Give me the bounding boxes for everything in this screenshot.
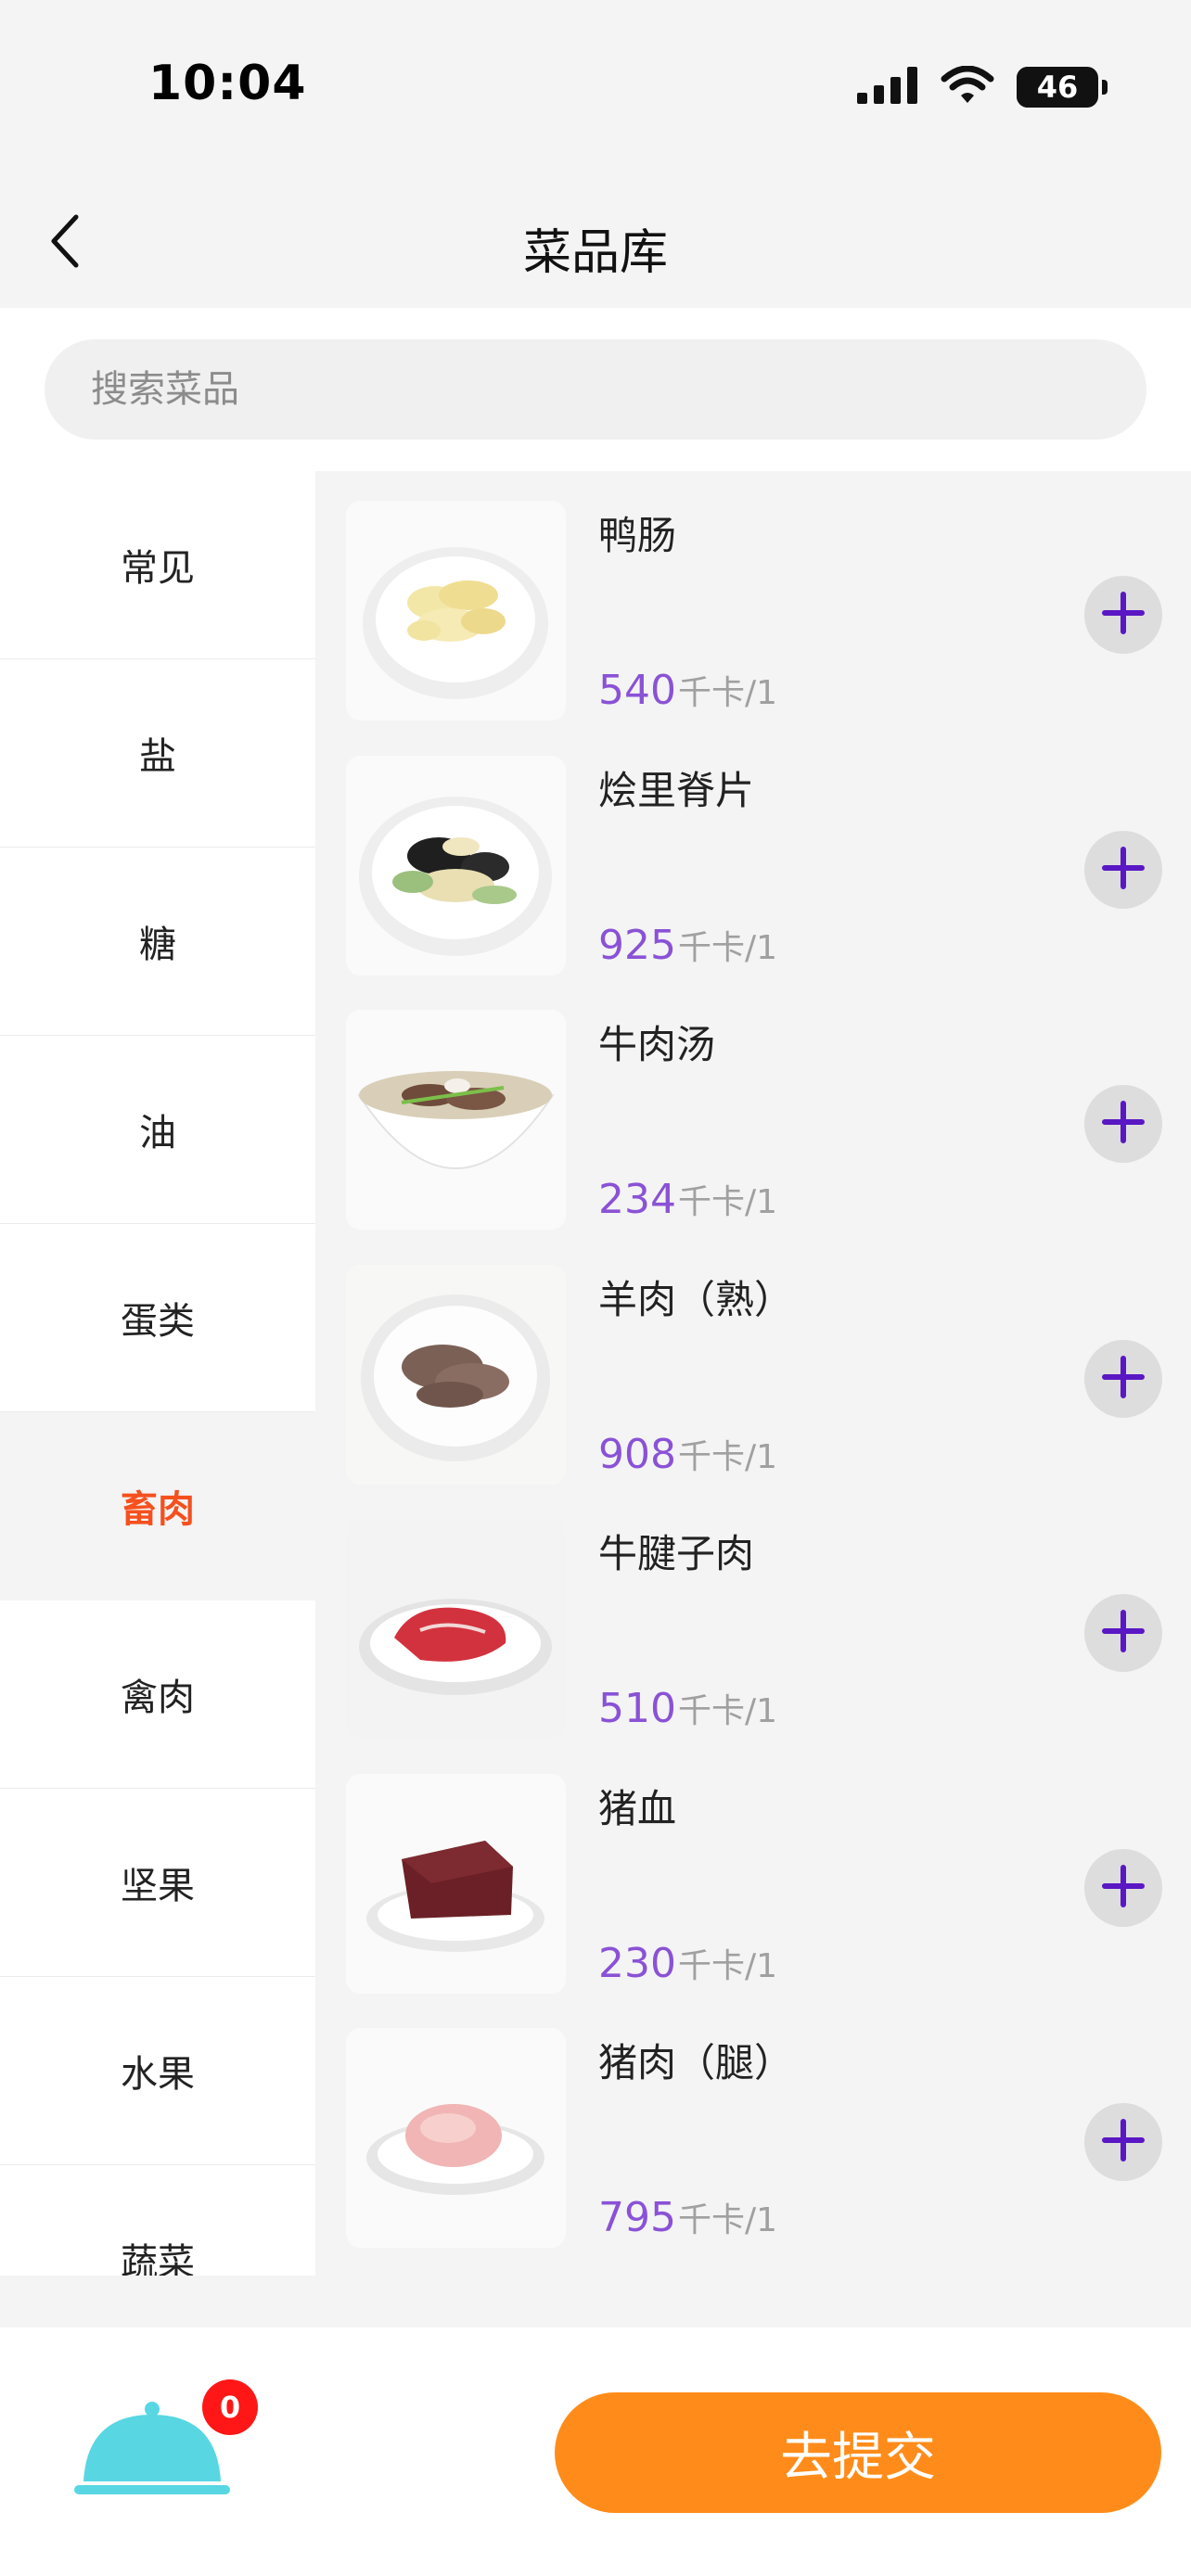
dish-calories: 510 千卡/1 — [598, 1684, 777, 1732]
category-item[interactable]: 畜肉 — [0, 1412, 315, 1600]
dish-name: 羊肉（熟） — [598, 1276, 794, 1322]
category-label: 油 — [139, 1112, 176, 1154]
calorie-unit: 千卡/1 — [677, 1183, 778, 1221]
category-label: 糖 — [139, 924, 176, 966]
calorie-unit: 千卡/1 — [677, 928, 778, 967]
calorie-value: 510 — [598, 1685, 676, 1732]
calorie-unit: 千卡/1 — [677, 1437, 778, 1476]
category-item[interactable]: 盐 — [0, 659, 315, 848]
plus-icon — [1101, 846, 1146, 894]
dish-calories: 908 千卡/1 — [598, 1430, 777, 1478]
dish-name: 牛肉汤 — [598, 1022, 716, 1067]
calorie-value: 234 — [598, 1176, 676, 1223]
add-dish-button[interactable] — [1084, 2103, 1162, 2181]
category-label: 坚果 — [121, 1865, 195, 1907]
dish-row[interactable]: 羊肉（熟） 908 千卡/1 — [315, 1235, 1191, 1490]
plus-icon — [1101, 1609, 1146, 1657]
dish-name: 猪肉（腿） — [598, 2040, 794, 2085]
dish-name: 牛腱子肉 — [598, 1531, 755, 1576]
plus-icon — [1101, 1864, 1146, 1912]
calorie-value: 795 — [598, 2194, 676, 2241]
category-item[interactable]: 油 — [0, 1036, 315, 1224]
category-label: 蛋类 — [121, 1300, 195, 1343]
plus-icon — [1101, 591, 1146, 639]
calorie-unit: 千卡/1 — [677, 1692, 778, 1730]
dish-calories: 540 千卡/1 — [598, 666, 777, 714]
calorie-unit: 千卡/1 — [677, 1946, 778, 1985]
status-icons: 46 — [857, 59, 1108, 115]
category-item[interactable]: 水果 — [0, 1977, 315, 2165]
status-time: 10:04 — [148, 56, 307, 111]
calorie-value: 925 — [598, 921, 676, 969]
category-item[interactable]: 坚果 — [0, 1789, 315, 1977]
plus-icon — [1101, 1100, 1146, 1148]
add-dish-button[interactable] — [1084, 1848, 1162, 1927]
calorie-value: 540 — [598, 667, 676, 714]
battery-icon: 46 — [1017, 67, 1108, 108]
dish-photo — [346, 1264, 566, 1485]
cellular-signal-icon — [857, 67, 918, 108]
category-item[interactable]: 糖 — [0, 848, 315, 1036]
calorie-value: 908 — [598, 1430, 676, 1478]
dish-row[interactable]: 牛腱子肉 510 千卡/1 — [315, 1489, 1191, 1744]
nav-bar: 菜品库 — [0, 167, 1191, 308]
page-title: 菜品库 — [522, 225, 668, 281]
status-bar: 10:04 46 — [0, 0, 1191, 167]
add-dish-button[interactable] — [1084, 1085, 1162, 1163]
dish-row[interactable]: 猪血 230 千卡/1 — [315, 1744, 1191, 1999]
category-item[interactable]: 蔬菜 — [0, 2165, 315, 2276]
plus-icon — [1101, 1355, 1146, 1403]
category-label: 常见 — [121, 547, 195, 590]
dish-row[interactable]: 鸭肠 540 千卡/1 — [315, 471, 1191, 726]
submit-button[interactable]: 去提交 — [555, 2392, 1161, 2513]
calorie-value: 230 — [598, 1939, 676, 1987]
category-item[interactable]: 禽肉 — [0, 1600, 315, 1789]
category-label: 盐 — [139, 735, 176, 778]
dish-library-screen: 10:04 46 菜品库 搜索菜品 常见 盐 糖 油 蛋类 畜肉 禽肉 坚果 水… — [0, 0, 1191, 2576]
search-input[interactable] — [45, 339, 1146, 440]
dish-photo — [346, 2028, 566, 2248]
calorie-unit: 千卡/1 — [677, 2201, 778, 2239]
battery-percent: 46 — [1036, 70, 1079, 105]
dish-name: 烩里脊片 — [598, 767, 755, 813]
category-label: 畜肉 — [121, 1488, 195, 1531]
dish-name: 鸭肠 — [598, 513, 677, 558]
add-dish-button[interactable] — [1084, 1339, 1162, 1418]
dish-row[interactable]: 猪肉（腿） 795 千卡/1 — [315, 1998, 1191, 2253]
dish-photo — [346, 1519, 566, 1739]
wifi-icon — [941, 65, 994, 108]
cart-count-badge: 0 — [202, 2379, 258, 2435]
search-bar — [0, 308, 1191, 471]
calorie-unit: 千卡/1 — [677, 674, 778, 712]
dish-calories: 230 千卡/1 — [598, 1939, 777, 1987]
dish-photo — [346, 501, 566, 721]
food-cloche-icon — [74, 2402, 230, 2500]
category-item[interactable]: 蛋类 — [0, 1224, 315, 1412]
dish-photo — [346, 1010, 566, 1230]
add-dish-button[interactable] — [1084, 830, 1162, 909]
dish-calories: 795 千卡/1 — [598, 2193, 777, 2241]
category-item[interactable]: 常见 — [0, 471, 315, 659]
dish-calories: 925 千卡/1 — [598, 921, 777, 969]
dish-photo — [346, 1773, 566, 1994]
dish-calories: 234 千卡/1 — [598, 1175, 777, 1223]
bottom-bar: 0 去提交 — [0, 2327, 1191, 2576]
dish-photo — [346, 755, 566, 976]
dish-name: 猪血 — [598, 1785, 677, 1831]
category-label: 禽肉 — [121, 1677, 195, 1719]
dish-list: 鸭肠 540 千卡/1 烩里脊片 925 千卡/1 牛肉汤 234 千卡/1 羊… — [315, 471, 1191, 2276]
category-sidebar: 常见 盐 糖 油 蛋类 畜肉 禽肉 坚果 水果 蔬菜 — [0, 471, 315, 2276]
add-dish-button[interactable] — [1084, 576, 1162, 654]
category-label: 蔬菜 — [121, 2241, 195, 2276]
add-dish-button[interactable] — [1084, 1594, 1162, 1672]
plus-icon — [1101, 2118, 1146, 2166]
dish-row[interactable]: 烩里脊片 925 千卡/1 — [315, 726, 1191, 981]
dish-row[interactable]: 牛肉汤 234 千卡/1 — [315, 980, 1191, 1235]
category-label: 水果 — [121, 2053, 195, 2096]
